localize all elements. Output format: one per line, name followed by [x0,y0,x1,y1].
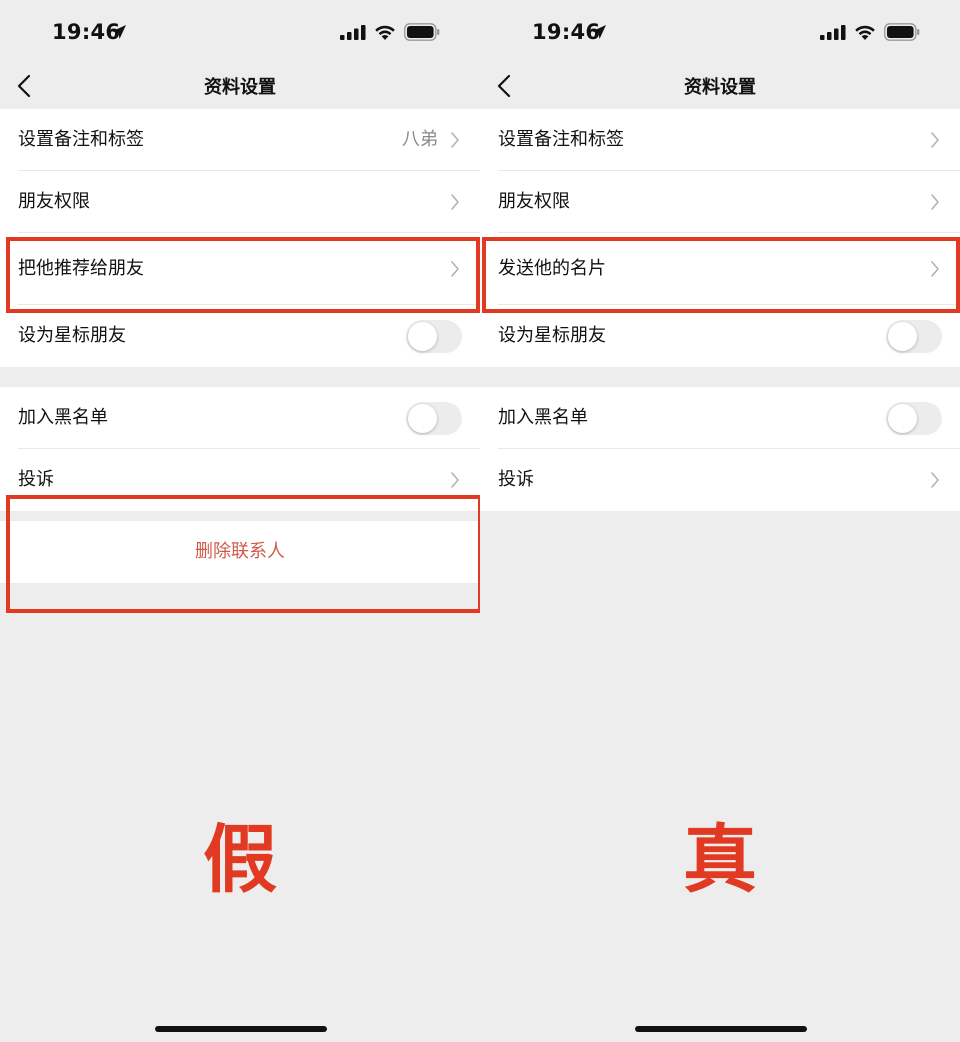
blacklist-row: 加入黑名单 [0,387,480,449]
signal-icon [820,25,846,40]
blacklist-toggle[interactable] [886,402,942,435]
remark-tag-row[interactable]: 设置备注和标签 八弟 [0,109,480,171]
blacklist-toggle[interactable] [406,402,462,435]
toggle-knob [888,322,917,351]
star-friend-row: 设为星标朋友 [0,305,480,367]
row-label: 加入黑名单 [18,407,108,428]
chevron-right-icon [451,261,459,277]
complain-row[interactable]: 投诉 [0,449,480,511]
chevron-right-icon [931,132,939,148]
recommend-to-friend-row[interactable]: 把他推荐给朋友 [0,233,480,305]
home-indicator [155,1026,327,1032]
remark-value: 八弟 [402,129,438,150]
row-label: 发送他的名片 [498,258,606,279]
real-label: 真 [683,817,757,903]
friend-permission-row[interactable]: 朋友权限 [0,171,480,233]
star-friend-toggle[interactable] [406,320,462,353]
nav-bar: 资料设置 [480,64,960,108]
toggle-knob [408,322,437,351]
row-label: 把他推荐给朋友 [18,258,144,279]
send-card-row[interactable]: 发送他的名片 [480,233,960,305]
page-title: 资料设置 [204,77,276,98]
remark-tag-row[interactable]: 设置备注和标签 [480,109,960,171]
row-label: 朋友权限 [498,191,570,212]
status-bar: 19:46 [0,0,480,64]
row-label: 投诉 [18,469,54,490]
chevron-right-icon [931,194,939,210]
friend-permission-row[interactable]: 朋友权限 [480,171,960,233]
blacklist-row: 加入黑名单 [480,387,960,449]
chevron-right-icon [931,472,939,488]
row-label: 设置备注和标签 [498,129,624,150]
chevron-right-icon [931,261,939,277]
location-arrow-icon [592,25,606,39]
location-arrow-icon [112,25,126,39]
page-title: 资料设置 [684,77,756,98]
settings-group-main: 设置备注和标签 八弟 朋友权限 把他推荐给朋友 设为星标朋友 [0,109,480,367]
nav-bar: 资料设置 [0,64,480,108]
left-screen: 19:46 资料设置 设置备注和标签 八弟 朋友权限 把他推荐给朋友 设为星标朋… [0,0,482,1042]
status-bar: 19:46 [480,0,960,64]
signal-icon [340,25,366,40]
settings-group-main: 设置备注和标签 朋友权限 发送他的名片 设为星标朋友 [480,109,960,367]
chevron-right-icon [451,194,459,210]
right-screen: 19:46 资料设置 设置备注和标签 朋友权限 发送他的名片 设为星标朋友 加入… [480,0,960,1042]
fake-label: 假 [203,817,277,903]
row-label: 朋友权限 [18,191,90,212]
wifi-icon [375,25,395,40]
row-label: 设置备注和标签 [18,129,144,150]
row-label: 投诉 [498,469,534,490]
chevron-right-icon [451,472,459,488]
toggle-knob [888,404,917,433]
settings-group-safety: 加入黑名单 投诉 [0,387,480,511]
star-friend-toggle[interactable] [886,320,942,353]
row-label: 设为星标朋友 [18,325,126,346]
row-label: 加入黑名单 [498,407,588,428]
home-indicator [635,1026,807,1032]
delete-contact-button[interactable]: 删除联系人 [0,521,480,583]
chevron-right-icon [451,132,459,148]
toggle-knob [408,404,437,433]
row-label: 设为星标朋友 [498,325,606,346]
battery-icon [884,23,920,41]
settings-group-safety: 加入黑名单 投诉 [480,387,960,511]
star-friend-row: 设为星标朋友 [480,305,960,367]
wifi-icon [855,25,875,40]
battery-icon [404,23,440,41]
complain-row[interactable]: 投诉 [480,449,960,511]
